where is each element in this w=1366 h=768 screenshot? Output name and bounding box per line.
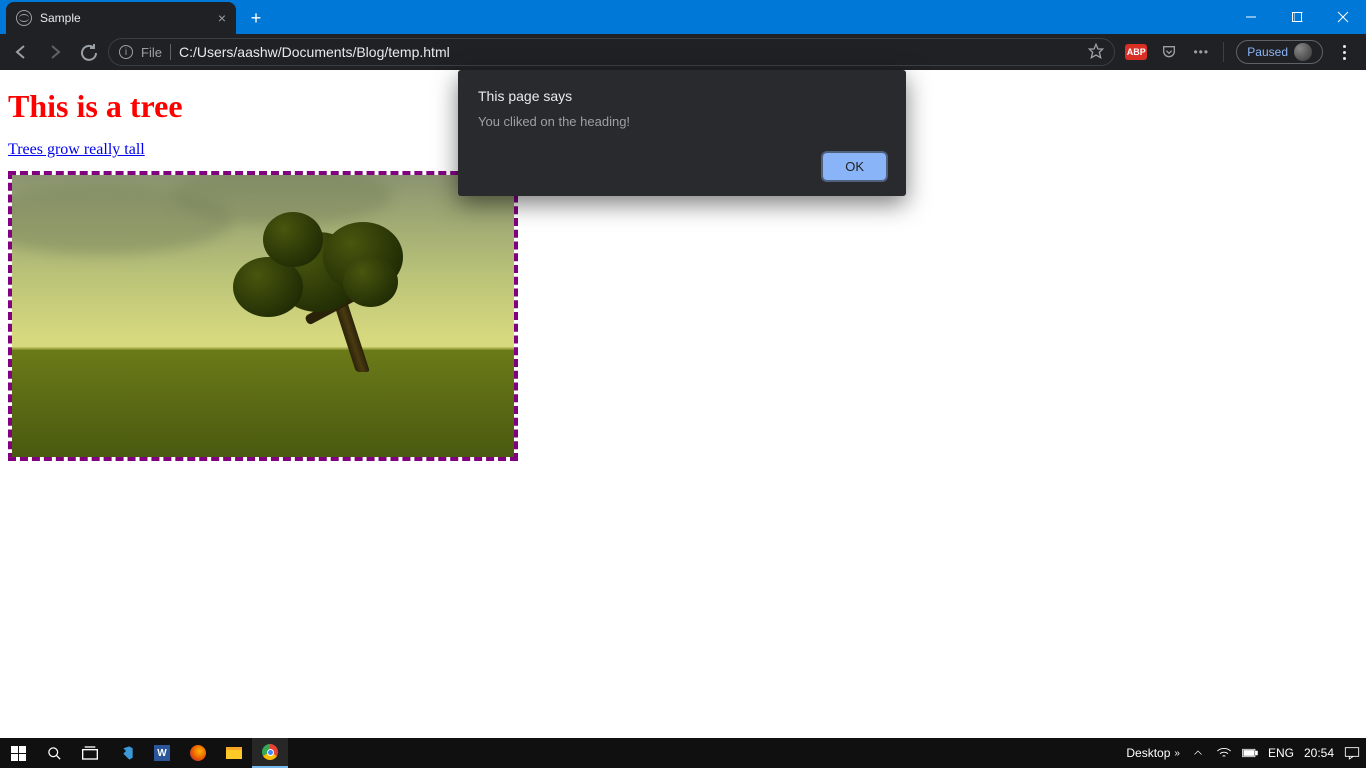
site-info-icon[interactable]: i bbox=[119, 45, 133, 59]
separator bbox=[1223, 42, 1224, 62]
tray-overflow-icon[interactable] bbox=[1190, 745, 1206, 761]
task-view-button[interactable] bbox=[72, 738, 108, 768]
back-button[interactable] bbox=[6, 37, 36, 67]
forward-button[interactable] bbox=[40, 37, 70, 67]
extensions-area: ABP ••• Paused bbox=[1119, 40, 1360, 64]
taskbar-app-vscode[interactable] bbox=[108, 738, 144, 768]
pocket-icon[interactable] bbox=[1159, 42, 1179, 62]
taskbar-app-word[interactable]: W bbox=[144, 738, 180, 768]
separator bbox=[170, 44, 171, 60]
window-maximize-button[interactable] bbox=[1274, 0, 1320, 34]
chrome-icon bbox=[262, 744, 278, 760]
profile-paused-chip[interactable]: Paused bbox=[1236, 40, 1323, 64]
word-icon: W bbox=[154, 745, 170, 761]
url-scheme-label: File bbox=[141, 45, 162, 60]
address-bar[interactable]: i File C:/Users/aashw/Documents/Blog/tem… bbox=[108, 38, 1115, 66]
windows-taskbar: W Desktop » ENG 20:54 bbox=[0, 738, 1366, 768]
more-extensions-icon[interactable]: ••• bbox=[1191, 42, 1211, 62]
taskbar-desktop-toolbar[interactable]: Desktop » bbox=[1126, 746, 1180, 760]
folder-icon bbox=[226, 747, 242, 759]
new-tab-button[interactable]: + bbox=[242, 4, 270, 32]
taskbar-app-explorer[interactable] bbox=[216, 738, 252, 768]
start-button[interactable] bbox=[0, 738, 36, 768]
chevron-right-icon: » bbox=[1174, 748, 1180, 759]
browser-toolbar: i File C:/Users/aashw/Documents/Blog/tem… bbox=[0, 34, 1366, 70]
url-text: C:/Users/aashw/Documents/Blog/temp.html bbox=[179, 44, 450, 60]
window-controls bbox=[1228, 0, 1366, 34]
tree-image bbox=[8, 171, 518, 461]
window-close-button[interactable] bbox=[1320, 0, 1366, 34]
browser-tab[interactable]: Sample × bbox=[6, 2, 236, 34]
page-link[interactable]: Trees grow really tall bbox=[8, 141, 145, 159]
tab-close-icon[interactable]: × bbox=[218, 10, 226, 26]
window-minimize-button[interactable] bbox=[1228, 0, 1274, 34]
taskbar-app-firefox[interactable] bbox=[180, 738, 216, 768]
browser-titlebar: Sample × + bbox=[0, 0, 1366, 34]
js-alert-dialog: This page says You cliked on the heading… bbox=[458, 70, 906, 196]
firefox-icon bbox=[190, 745, 206, 761]
alert-title: This page says bbox=[478, 88, 886, 104]
tab-title: Sample bbox=[40, 11, 210, 25]
profile-avatar-icon bbox=[1294, 43, 1312, 61]
browser-menu-button[interactable] bbox=[1335, 45, 1354, 60]
windows-logo-icon bbox=[11, 746, 26, 761]
globe-icon bbox=[16, 10, 32, 26]
taskbar-search-button[interactable] bbox=[36, 738, 72, 768]
wifi-icon[interactable] bbox=[1216, 745, 1232, 761]
tray-language[interactable]: ENG bbox=[1268, 746, 1294, 760]
alert-ok-button[interactable]: OK bbox=[823, 153, 886, 180]
paused-label: Paused bbox=[1247, 45, 1288, 59]
bookmark-star-icon[interactable] bbox=[1088, 43, 1104, 62]
tray-clock[interactable]: 20:54 bbox=[1304, 746, 1334, 760]
battery-icon[interactable] bbox=[1242, 745, 1258, 761]
reload-button[interactable] bbox=[74, 37, 104, 67]
desktop-label: Desktop bbox=[1126, 746, 1170, 760]
adblock-icon[interactable]: ABP bbox=[1125, 44, 1147, 60]
action-center-icon[interactable] bbox=[1344, 745, 1360, 761]
taskbar-app-chrome[interactable] bbox=[252, 738, 288, 768]
alert-message: You cliked on the heading! bbox=[478, 114, 886, 129]
